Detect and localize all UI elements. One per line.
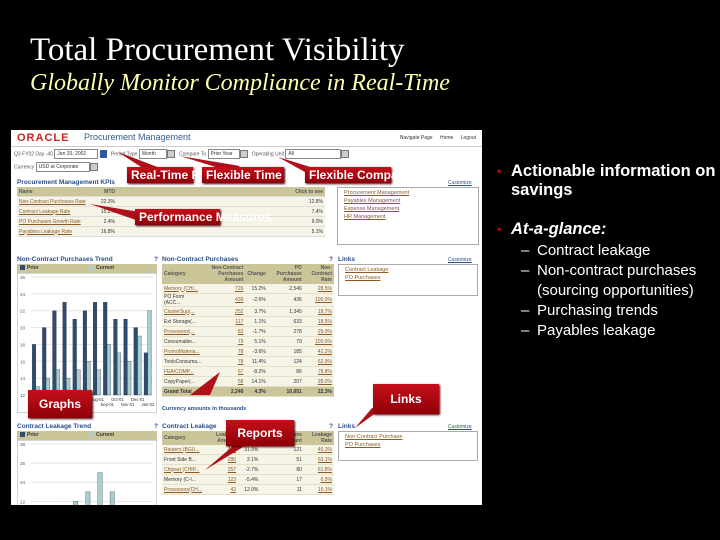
- dash-icon: –: [521, 322, 530, 339]
- sub-bullet: – Purchasing trends: [497, 301, 717, 321]
- sub-bullet: – Non-contract purchases (sourcing opport…: [497, 261, 717, 301]
- sub-bullet-text: Non-contract purchases (sourcing opportu…: [537, 262, 697, 299]
- bullet-text: At-a-glance:: [511, 220, 607, 238]
- sub-bullet-text: Contract leakage: [537, 242, 651, 259]
- callout-reports: Reports: [226, 420, 294, 446]
- sub-bullet: – Payables leakage: [497, 321, 717, 341]
- arrow-graphs: [190, 372, 220, 395]
- bullet-text: Actionable information on savings: [511, 162, 716, 199]
- callout-realtime: Real-Time Results: [127, 167, 235, 183]
- callout-links: Links: [373, 384, 439, 414]
- dash-icon: –: [521, 262, 530, 279]
- dash-icon: –: [521, 242, 530, 259]
- callout-performance: Performance Measures: [135, 209, 271, 225]
- callout-graphs: Graphs: [28, 390, 92, 418]
- sub-bullet-text: Payables leakage: [537, 322, 656, 339]
- bullet-list: • Actionable information on savings • At-a…: [497, 162, 717, 341]
- sub-bullet-text: Purchasing trends: [537, 302, 658, 319]
- sub-bullet: – Contract leakage: [497, 241, 717, 261]
- bullet-item: • Actionable information on savings: [497, 162, 717, 200]
- callout-timeperiods: Flexible Time Periods: [202, 167, 329, 183]
- arrow-performance: [90, 204, 140, 220]
- bullet-dot-icon: •: [497, 222, 502, 236]
- dash-icon: –: [521, 302, 530, 319]
- bullet-item: • At-a-glance:: [497, 220, 717, 239]
- callout-comparisons: Flexible Comparisons: [305, 167, 434, 183]
- bullet-dot-icon: •: [497, 164, 502, 178]
